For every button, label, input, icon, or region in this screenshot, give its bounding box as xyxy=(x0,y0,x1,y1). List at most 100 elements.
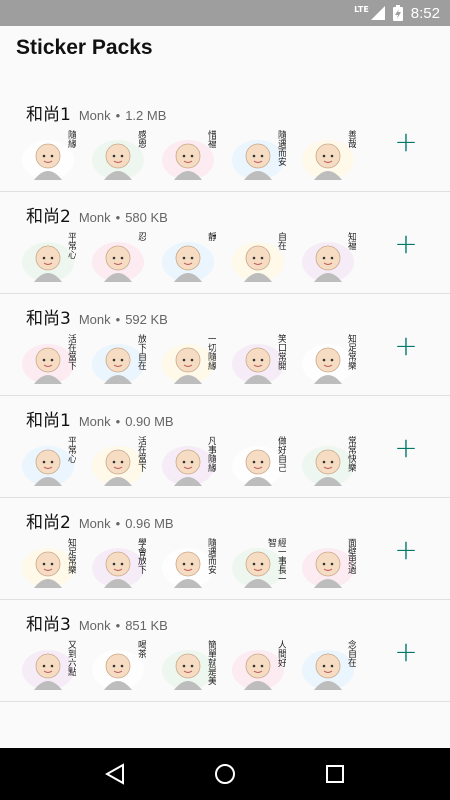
pack-name: 和尚3 xyxy=(26,309,71,329)
sticker-caption: 活在當下 xyxy=(66,334,76,370)
home-circle-icon xyxy=(215,764,235,784)
sticker-thumbnail: 忍 xyxy=(90,232,146,284)
add-plus-icon: + xyxy=(394,329,418,362)
back-button[interactable] xyxy=(95,754,135,794)
sticker-thumbnail: 惜福 xyxy=(160,130,216,182)
sticker-thumbnail: 常常快樂 xyxy=(300,436,356,488)
sticker-thumbnail: 經一事長一智 xyxy=(230,538,286,590)
sticker-thumbnail: 隨遇而安 xyxy=(230,130,286,182)
sticker-caption: 喝茶 xyxy=(136,640,146,658)
sticker-caption: 靜 xyxy=(206,232,216,241)
sticker-pack-row[interactable]: 和尚1 Monk • 0.90 MB 平常心 活在當下 凡事隨緣 做好自己 常常快樂 + xyxy=(0,396,450,498)
add-pack-button[interactable]: + xyxy=(392,230,420,258)
pack-size: 1.2 MB xyxy=(125,108,167,123)
sticker-thumbnail: 善哉 xyxy=(300,130,356,182)
sticker-caption: 一切隨緣 xyxy=(206,334,216,370)
pack-header: 和尚3 Monk • 592 KB xyxy=(26,304,168,329)
sticker-pack-row[interactable]: 和尚2 Monk • 580 KB 平常心 忍 靜 自在 知福 + xyxy=(0,192,450,294)
pack-name: 和尚1 xyxy=(26,105,71,125)
network-type: LTE xyxy=(354,4,369,14)
navigation-bar xyxy=(0,748,450,800)
sticker-caption: 笑口常開 xyxy=(276,334,286,370)
pack-meta: Monk • 592 KB xyxy=(79,312,168,327)
sticker-thumbnail: 做好自己 xyxy=(230,436,286,488)
pack-meta: Monk • 1.2 MB xyxy=(79,108,167,123)
sticker-caption: 隨遇而安 xyxy=(276,130,286,166)
sticker-caption: 常常快樂 xyxy=(346,436,356,472)
sticker-thumbnail: 知足常樂 xyxy=(300,334,356,386)
status-bar: LTE 8:52 xyxy=(0,0,450,26)
add-plus-icon: + xyxy=(394,635,418,668)
pack-header: 和尚2 Monk • 0.96 MB xyxy=(26,508,174,533)
pack-meta: Monk • 0.96 MB xyxy=(79,516,174,531)
sticker-thumbnail: 平常心 xyxy=(20,436,76,488)
pack-header: 和尚2 Monk • 580 KB xyxy=(26,202,168,227)
recents-square-icon xyxy=(326,765,344,783)
sticker-preview-row: 平常心 活在當下 凡事隨緣 做好自己 常常快樂 xyxy=(20,436,356,488)
signal-icon xyxy=(370,6,385,20)
sticker-pack-row[interactable]: 和尚3 Monk • 851 KB 又到六點 喝茶 簡單就是美 人間好 念自在 + xyxy=(0,600,450,702)
home-button[interactable] xyxy=(205,754,245,794)
sticker-caption: 經一事長一智 xyxy=(266,538,286,583)
pack-size: 851 KB xyxy=(125,618,168,633)
recents-button[interactable] xyxy=(315,754,355,794)
pack-publisher: Monk xyxy=(78,516,111,531)
sticker-caption: 知足常樂 xyxy=(346,334,356,370)
sticker-caption: 又到六點 xyxy=(66,640,76,676)
sticker-thumbnail: 人間好 xyxy=(230,640,286,692)
sticker-pack-row[interactable]: 和尚1 Monk • 1.2 MB 隨緣 感恩 惜福 隨遇而安 善哉 + xyxy=(0,90,450,192)
sticker-preview-row: 活在當下 放下自在 一切隨緣 笑口常開 知足常樂 xyxy=(20,334,356,386)
meta-separator: • xyxy=(115,210,121,225)
sticker-pack-row[interactable]: 和尚3 Monk • 592 KB 活在當下 放下自在 一切隨緣 笑口常開 知足常樂 + xyxy=(0,294,450,396)
sticker-caption: 自在 xyxy=(276,232,286,250)
pack-meta: Monk • 580 KB xyxy=(79,210,168,225)
sticker-preview-row: 平常心 忍 靜 自在 知福 xyxy=(20,232,356,284)
pack-publisher: Monk xyxy=(78,414,111,429)
sticker-thumbnail: 學會放下 xyxy=(90,538,146,590)
add-pack-button[interactable]: + xyxy=(392,638,420,666)
meta-separator: • xyxy=(115,516,121,531)
meta-separator: • xyxy=(115,414,121,429)
pack-header: 和尚3 Monk • 851 KB xyxy=(26,610,168,635)
pack-size: 0.96 MB xyxy=(125,516,174,531)
clock: 8:52 xyxy=(410,4,440,22)
sticker-preview-row: 隨緣 感恩 惜福 隨遇而安 善哉 xyxy=(20,130,356,182)
sticker-thumbnail: 自在 xyxy=(230,232,286,284)
pack-publisher: Monk xyxy=(78,108,111,123)
add-pack-button[interactable]: + xyxy=(392,434,420,462)
sticker-thumbnail: 平常心 xyxy=(20,232,76,284)
sticker-caption: 學會放下 xyxy=(136,538,146,574)
pack-name: 和尚2 xyxy=(26,513,71,533)
sticker-thumbnail: 隨緣 xyxy=(20,130,76,182)
add-pack-button[interactable]: + xyxy=(392,536,420,564)
pack-publisher: Monk xyxy=(78,210,111,225)
sticker-caption: 知足常樂 xyxy=(66,538,76,574)
app-bar: Sticker Packs xyxy=(0,26,450,70)
meta-separator: • xyxy=(115,312,121,327)
add-pack-button[interactable]: + xyxy=(392,332,420,360)
sticker-caption: 面壁思過 xyxy=(346,538,356,574)
pack-meta: Monk • 0.90 MB xyxy=(79,414,174,429)
sticker-preview-row: 知足常樂 學會放下 隨遇而安 經一事長一智 面壁思過 xyxy=(20,538,356,590)
sticker-caption: 感恩 xyxy=(136,130,146,148)
sticker-caption: 人間好 xyxy=(276,640,286,667)
add-pack-button[interactable]: + xyxy=(392,128,420,156)
sticker-caption: 放下自在 xyxy=(136,334,146,370)
sticker-caption: 平常心 xyxy=(66,436,76,463)
add-plus-icon: + xyxy=(394,125,418,158)
sticker-caption: 知福 xyxy=(346,232,356,250)
sticker-pack-row[interactable]: 和尚2 Monk • 0.96 MB 知足常樂 學會放下 隨遇而安 經一事長一智 面壁思過 + xyxy=(0,498,450,600)
sticker-caption: 凡事隨緣 xyxy=(206,436,216,472)
add-plus-icon: + xyxy=(394,533,418,566)
sticker-thumbnail: 知足常樂 xyxy=(20,538,76,590)
sticker-caption: 活在當下 xyxy=(136,436,146,472)
add-plus-icon: + xyxy=(394,227,418,260)
pack-name: 和尚3 xyxy=(26,615,71,635)
sticker-thumbnail: 知福 xyxy=(300,232,356,284)
pack-name: 和尚2 xyxy=(26,207,71,227)
sticker-caption: 做好自己 xyxy=(276,436,286,472)
sticker-thumbnail: 念自在 xyxy=(300,640,356,692)
sticker-caption: 隨遇而安 xyxy=(206,538,216,574)
sticker-caption: 惜福 xyxy=(206,130,216,148)
sticker-thumbnail: 面壁思過 xyxy=(300,538,356,590)
